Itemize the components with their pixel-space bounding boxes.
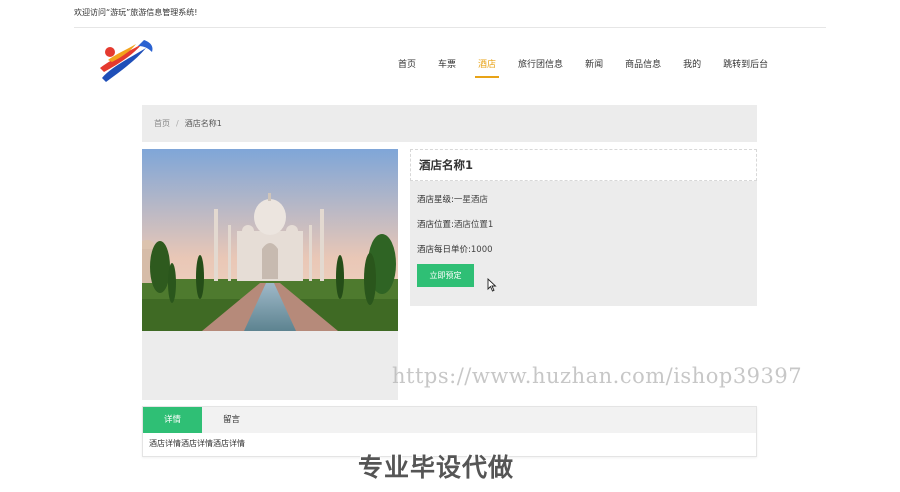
breadcrumb-current: 酒店名称1 — [184, 119, 222, 128]
nav-item-tickets[interactable]: 车票 — [438, 58, 456, 78]
mouse-cursor-icon — [487, 278, 497, 292]
hotel-star-value: 一星酒店 — [453, 195, 488, 205]
breadcrumb: 首页 / 酒店名称1 — [142, 105, 757, 142]
hotel-price-row: 酒店每日单价:1000 — [410, 244, 757, 256]
nav-item-tour-groups[interactable]: 旅行团信息 — [518, 58, 563, 78]
book-now-button[interactable]: 立即预定 — [417, 264, 474, 287]
main-nav: 首页 车票 酒店 旅行团信息 新闻 商品信息 我的 跳转到后台 — [398, 58, 790, 78]
hotel-photo — [142, 149, 398, 331]
tab-header: 详情 留言 — [143, 407, 756, 433]
welcome-bar: 欢迎访问“游玩”旅游信息管理系统! — [74, 0, 826, 28]
hotel-photo-panel — [142, 149, 398, 400]
hotel-location-label: 酒店位置: — [417, 220, 454, 230]
nav-item-products[interactable]: 商品信息 — [625, 58, 661, 78]
brand-logo-icon[interactable] — [96, 38, 156, 84]
hotel-price-label: 酒店每日单价: — [417, 245, 471, 255]
hotel-title: 酒店名称1 — [410, 149, 757, 181]
breadcrumb-separator: / — [176, 119, 179, 128]
nav-item-mine[interactable]: 我的 — [683, 58, 701, 78]
hotel-star-label: 酒店星级: — [417, 195, 454, 205]
hotel-location-row: 酒店位置:酒店位置1 — [410, 219, 757, 231]
nav-item-news[interactable]: 新闻 — [585, 58, 603, 78]
watermark-slogan: 专业毕设代做 — [358, 453, 515, 482]
nav-item-admin[interactable]: 跳转到后台 — [723, 58, 768, 78]
tab-details[interactable]: 详情 — [143, 407, 202, 433]
breadcrumb-home[interactable]: 首页 — [154, 119, 170, 128]
hotel-star-row: 酒店星级:一星酒店 — [410, 194, 757, 206]
tab-comments[interactable]: 留言 — [202, 407, 261, 433]
hotel-info-panel: 酒店名称1 酒店星级:一星酒店 酒店位置:酒店位置1 酒店每日单价:1000 立… — [410, 149, 757, 306]
hotel-price-value: 1000 — [470, 245, 493, 255]
nav-item-hotel[interactable]: 酒店 — [475, 58, 500, 78]
hotel-location-value: 酒店位置1 — [453, 220, 494, 230]
watermark-url: https://www.huzhan.com/ishop39397 — [392, 364, 803, 388]
nav-item-home[interactable]: 首页 — [398, 58, 416, 78]
welcome-text: 欢迎访问“游玩”旅游信息管理系统! — [74, 8, 198, 17]
